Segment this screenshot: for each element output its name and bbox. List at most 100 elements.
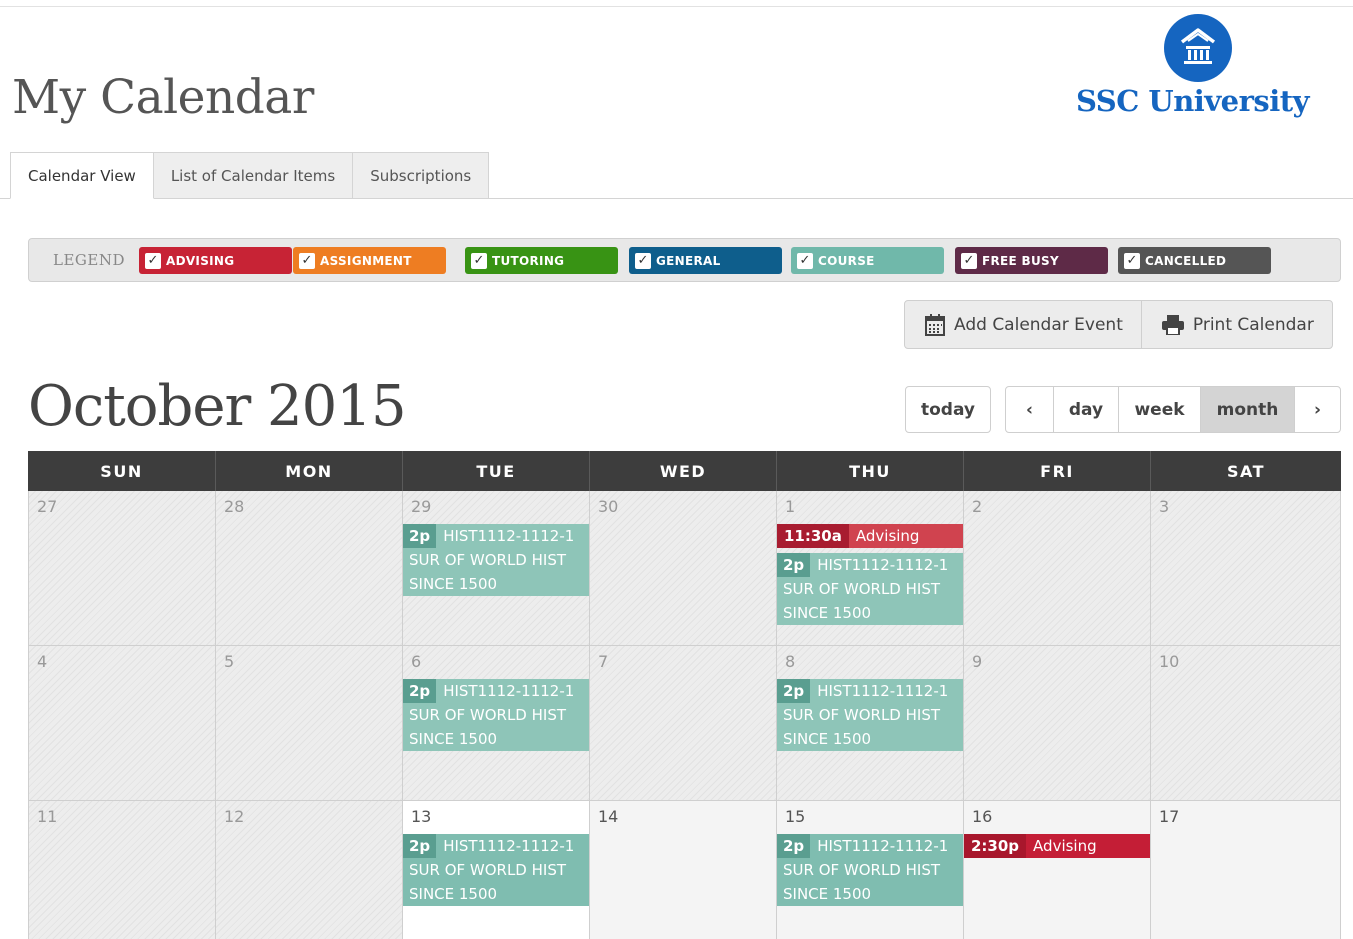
day-cell[interactable]: 29 2p HIST1112-1112-1 SUR OF WORLD HIST SI… — [403, 491, 590, 645]
day-number[interactable]: 12 — [224, 807, 244, 826]
day-cell[interactable]: 16 2:30p Advising — [964, 801, 1151, 939]
day-number[interactable]: 15 — [785, 807, 805, 826]
checkbox-icon: ✓ — [635, 252, 651, 269]
print-calendar-button[interactable]: Print Calendar — [1140, 301, 1332, 348]
day-cell[interactable]: 30 — [590, 491, 777, 645]
today-button[interactable]: today — [905, 386, 991, 433]
day-number[interactable]: 9 — [972, 652, 982, 671]
legend-assignment-toggle[interactable]: ✓ ASSIGNMENT — [293, 247, 446, 274]
checkbox-icon: ✓ — [961, 252, 977, 269]
legend-course-toggle[interactable]: ✓ COURSE — [791, 247, 944, 274]
month-view-button[interactable]: month — [1200, 387, 1294, 432]
chevron-right-icon: › — [1313, 399, 1321, 420]
course-event[interactable]: 2p HIST1112-1112-1 SUR OF WORLD HIST SINC… — [403, 834, 589, 906]
event-title: Advising — [1033, 837, 1097, 855]
day-number[interactable]: 17 — [1159, 807, 1179, 826]
day-cell[interactable]: 11 — [28, 801, 216, 939]
course-event[interactable]: 2p HIST1112-1112-1 SUR OF WORLD HIST SINC… — [777, 679, 963, 751]
tab-subscriptions[interactable]: Subscriptions — [353, 152, 490, 199]
day-cell[interactable]: 1 11:30a Advising 2p HIST1112-1112-1 SUR OF … — [777, 491, 964, 645]
weekday-tue: TUE — [403, 451, 590, 491]
print-calendar-label: Print Calendar — [1192, 314, 1314, 335]
day-cell[interactable]: 8 2p HIST1112-1112-1 SUR OF WORLD HIST SIN… — [777, 646, 964, 800]
legend-general-toggle[interactable]: ✓ GENERAL — [629, 247, 782, 274]
day-cell[interactable]: 5 — [216, 646, 403, 800]
add-calendar-event-button[interactable]: Add Calendar Event — [905, 301, 1141, 348]
legend-cancelled-toggle[interactable]: ✓ CANCELLED — [1118, 247, 1271, 274]
legend-title: LEGEND — [53, 251, 125, 269]
day-number[interactable]: 4 — [37, 652, 47, 671]
event-time: 11:30a — [777, 524, 849, 548]
prev-month-button[interactable]: ‹ — [1006, 387, 1053, 432]
day-number[interactable]: 11 — [37, 807, 57, 826]
day-number[interactable]: 7 — [598, 652, 608, 671]
weekday-sat: SAT — [1226, 461, 1266, 481]
week-row: 27 28 29 2p HIST1112-1112-1 SUR OF WORLD HIS… — [28, 491, 1341, 646]
day-number[interactable]: 10 — [1159, 652, 1179, 671]
legend-advising-toggle[interactable]: ✓ ADVISING — [139, 247, 292, 274]
weekday-mon: MON — [216, 451, 403, 491]
legend-bar: LEGEND ✓ ADVISING ✓ ASSIGNMENT ✓ TUTORING ✓ GEN… — [28, 238, 1341, 282]
day-number[interactable]: 1 — [785, 497, 795, 516]
day-number[interactable]: 28 — [224, 497, 244, 516]
course-event[interactable]: 2p HIST1112-1112-1 SUR OF WORLD HIST SINC… — [777, 834, 963, 906]
day-number[interactable]: 8 — [785, 652, 795, 671]
day-cell[interactable]: 2 — [964, 491, 1151, 645]
chevron-left-icon: ‹ — [1025, 399, 1033, 420]
day-cell[interactable]: 7 — [590, 646, 777, 800]
course-event[interactable]: 2p HIST1112-1112-1 SUR OF WORLD HIST SINC… — [403, 679, 589, 751]
day-number[interactable]: 5 — [224, 652, 234, 671]
day-cell[interactable]: 12 — [216, 801, 403, 939]
day-number[interactable]: 27 — [37, 497, 57, 516]
day-cell[interactable]: 14 — [590, 801, 777, 939]
day-cell[interactable]: 6 2p HIST1112-1112-1 SUR OF WORLD HIST SIN… — [403, 646, 590, 800]
day-cell[interactable]: 10 — [1151, 646, 1341, 800]
advising-event[interactable]: 2:30p Advising — [964, 834, 1150, 858]
day-number[interactable]: 13 — [411, 807, 431, 826]
advising-event[interactable]: 11:30a Advising — [777, 524, 963, 548]
day-number[interactable]: 29 — [411, 497, 431, 516]
legend-label: ADVISING — [166, 253, 235, 268]
course-event[interactable]: 2p HIST1112-1112-1 SUR OF WORLD HIST SINC… — [777, 553, 963, 625]
university-icon — [1164, 14, 1232, 82]
day-number[interactable]: 6 — [411, 652, 421, 671]
event-time: 2p — [777, 679, 811, 703]
checkbox-icon: ✓ — [1124, 252, 1140, 269]
week-view-button[interactable]: week — [1118, 387, 1200, 432]
day-number[interactable]: 2 — [972, 497, 982, 516]
calendar-actions: Add Calendar Event Print Calendar — [904, 300, 1333, 349]
day-cell[interactable]: 27 — [28, 491, 216, 645]
event-time: 2p — [403, 834, 437, 858]
course-event[interactable]: 2p HIST1112-1112-1 SUR OF WORLD HIST SINC… — [403, 524, 589, 596]
page-title: My Calendar — [12, 70, 314, 125]
tab-calendar-view[interactable]: Calendar View — [10, 152, 154, 199]
day-cell[interactable]: 13 2p HIST1112-1112-1 SUR OF WORLD HIST SI… — [403, 801, 590, 939]
add-calendar-event-label: Add Calendar Event — [954, 314, 1123, 335]
next-month-button[interactable]: › — [1294, 387, 1340, 432]
day-cell[interactable]: 4 — [28, 646, 216, 800]
day-number[interactable]: 14 — [598, 807, 618, 826]
day-cell[interactable]: 3 — [1151, 491, 1341, 645]
weekday-wed: WED — [590, 451, 777, 491]
university-logo[interactable]: SSC University — [1070, 14, 1330, 124]
tab-list-of-calendar-items[interactable]: List of Calendar Items — [153, 152, 354, 199]
day-number[interactable]: 16 — [972, 807, 992, 826]
weekday-sun: SUN — [28, 451, 216, 491]
day-cell[interactable]: 28 — [216, 491, 403, 645]
legend-label: GENERAL — [656, 253, 721, 268]
legend-label: FREE BUSY — [982, 253, 1059, 268]
day-cell[interactable]: 17 — [1151, 801, 1341, 939]
event-time: 2p — [777, 834, 811, 858]
event-time: 2p — [403, 679, 437, 703]
day-number[interactable]: 3 — [1159, 497, 1169, 516]
legend-label: TUTORING — [492, 253, 565, 268]
weekday-fri: FRI — [964, 451, 1151, 491]
legend-free-busy-toggle[interactable]: ✓ FREE BUSY — [955, 247, 1108, 274]
day-cell[interactable]: 15 2p HIST1112-1112-1 SUR OF WORLD HIST SI… — [777, 801, 964, 939]
day-cell[interactable]: 9 — [964, 646, 1151, 800]
day-view-button[interactable]: day — [1053, 387, 1118, 432]
month-grid: SUN MON TUE WED THU FRI SAT 27 28 29 2p HIST1112-1… — [28, 451, 1341, 939]
logo-text: SSC University — [1076, 84, 1310, 118]
legend-tutoring-toggle[interactable]: ✓ TUTORING — [465, 247, 618, 274]
day-number[interactable]: 30 — [598, 497, 618, 516]
